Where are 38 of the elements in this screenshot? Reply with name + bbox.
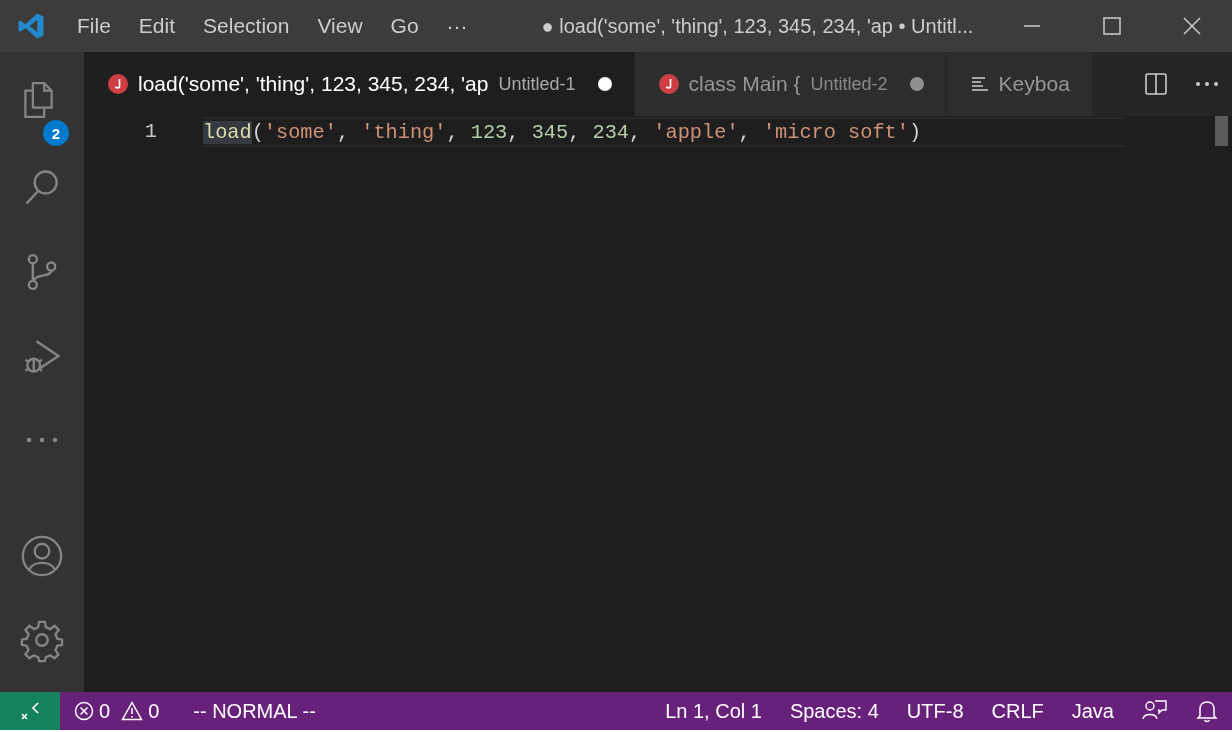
status-item[interactable]: Java [1057,699,1128,723]
status-item[interactable]: CRLF [977,699,1058,723]
close-icon[interactable] [1182,16,1202,36]
preview-lines-icon [970,76,989,92]
menu-item[interactable]: Selection [189,14,304,38]
status-item[interactable]: Spaces: 4 [775,699,893,723]
java-file-icon [108,74,128,94]
error-icon [74,701,94,721]
editor-tab[interactable]: class Main { Untitled-2 [634,52,947,116]
menu-item[interactable]: Edit [124,14,190,38]
notification-badge: 2 [43,120,69,146]
more-actions-icon[interactable] [1194,81,1219,87]
unsaved-dot[interactable] [909,77,924,91]
code-line: load('some', 'thing', 123, 345, 234, 'apple', 'micro soft') [203,120,922,144]
unsaved-dot[interactable] [597,77,612,91]
menu-item[interactable]: View [303,14,377,38]
remote-icon [19,700,41,722]
editor-tab[interactable]: load('some', 'thing', 123, 345, 234, 'ap Untitled-1 [84,52,635,116]
line-number: 1 [143,119,158,145]
editor-tab[interactable]: Keyboa [946,52,1093,116]
files-icon[interactable] [23,82,53,118]
warning-icon [121,701,144,721]
scrollbar-thumb[interactable] [1215,116,1228,146]
menu-item[interactable]: File [63,14,125,38]
window-title: ● load('some', 'thing', 123, 345, 234, 'ap • Untitl... [541,14,975,38]
remote-button[interactable] [0,692,60,730]
problems-button[interactable]: 0 0 [60,699,180,723]
menu-item[interactable]: Go [376,14,433,38]
maximize-icon[interactable] [1102,16,1122,36]
split-editor-icon[interactable] [1143,72,1168,96]
vim-mode: -- NORMAL -- [192,699,317,723]
status-item[interactable]: UTF-8 [892,699,978,723]
menu-item[interactable]: ··· [432,14,482,38]
status-item[interactable]: Ln 1, Col 1 [651,699,776,723]
java-file-icon [658,74,679,94]
account-icon[interactable] [19,533,65,579]
app-logo-icon [16,11,46,41]
notifications-bell-icon[interactable] [1196,699,1218,723]
